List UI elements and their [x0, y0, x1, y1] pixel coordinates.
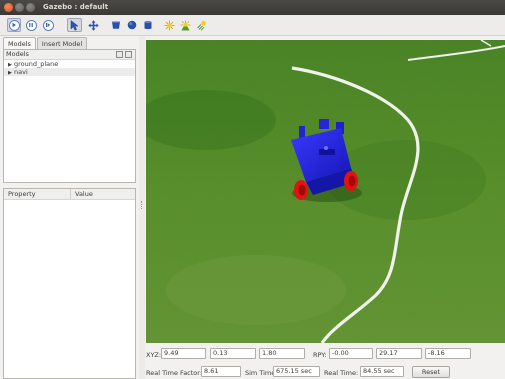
insert-cylinder-button[interactable] [142, 18, 154, 32]
value-column-header[interactable]: Value [75, 189, 93, 199]
pose-pitch-field[interactable]: 29.17 [376, 348, 422, 359]
property-table: Property Value [3, 188, 136, 379]
close-window-button[interactable] [4, 3, 13, 12]
point-light-icon [164, 20, 174, 30]
insert-spot-light-button[interactable] [179, 18, 191, 32]
pose-yaw-field[interactable]: -8.16 [425, 348, 471, 359]
xyz-label: XYZ: [146, 351, 162, 359]
tree-item-label: navi [14, 68, 28, 76]
play-icon [8, 19, 20, 31]
window-titlebar: Gazebo : default [0, 0, 505, 15]
models-header-label: Models [6, 50, 29, 58]
tree-item-navi[interactable]: ▶ navi [4, 68, 135, 76]
scene-render[interactable] [146, 40, 505, 343]
rpy-label: RPY: [313, 351, 327, 359]
maximize-window-button[interactable] [26, 3, 35, 12]
translate-icon [87, 19, 99, 31]
window-title: Gazebo : default [43, 3, 109, 11]
minimize-window-button[interactable] [15, 3, 24, 12]
step-button[interactable] [41, 18, 55, 32]
step-icon [42, 19, 54, 31]
close-panel-icon[interactable] [125, 51, 132, 58]
status-bar: XYZ: 9.49 0.13 1.80 RPY: -0.00 29.17 -8.… [146, 345, 505, 379]
real-time-label: Real Time: [324, 369, 359, 377]
pose-x-field[interactable]: 9.49 [161, 348, 206, 359]
real-time-field: 84.55 sec [360, 366, 404, 377]
directional-light-icon [196, 20, 206, 31]
sphere-shape-icon [127, 20, 137, 30]
cylinder-shape-icon [144, 20, 152, 30]
panel-tabs: Models Insert Model [3, 37, 88, 50]
box-shape-icon [112, 21, 120, 29]
property-column-header[interactable]: Property [8, 189, 36, 199]
real-time-factor-field: 8.61 [201, 366, 241, 377]
play-button[interactable] [7, 18, 21, 32]
models-header: Models [4, 50, 135, 60]
float-panel-icon[interactable] [116, 51, 123, 58]
pause-button[interactable] [24, 18, 38, 32]
pose-y-field[interactable]: 0.13 [210, 348, 256, 359]
3d-viewport[interactable] [146, 40, 505, 343]
property-header: Property Value [4, 189, 135, 200]
tree-item-label: ground_plane [14, 60, 59, 68]
sim-time-field: 675.15 sec [273, 366, 320, 377]
insert-sphere-button[interactable] [126, 18, 138, 32]
select-arrow-icon [70, 19, 79, 31]
insert-box-button[interactable] [110, 18, 122, 32]
translate-mode-button[interactable] [86, 18, 100, 32]
pose-roll-field[interactable]: -0.00 [329, 348, 373, 359]
spot-light-icon [180, 20, 190, 30]
select-mode-button[interactable] [67, 18, 82, 32]
toolbar [0, 15, 505, 36]
tree-item-ground-plane[interactable]: ▶ ground_plane [4, 60, 135, 68]
pose-z-field[interactable]: 1.80 [259, 348, 305, 359]
real-time-factor-label: Real Time Factor: [146, 369, 203, 377]
left-panel: Models Insert Model Models ▶ ground_plane… [0, 36, 138, 379]
insert-point-light-button[interactable] [163, 18, 175, 32]
models-tree: Models ▶ ground_plane ▶ navi [3, 49, 136, 183]
reset-button[interactable]: Reset [412, 366, 450, 378]
pause-icon [25, 19, 37, 31]
panel-splitter[interactable] [139, 36, 145, 379]
insert-directional-light-button[interactable] [195, 18, 207, 32]
